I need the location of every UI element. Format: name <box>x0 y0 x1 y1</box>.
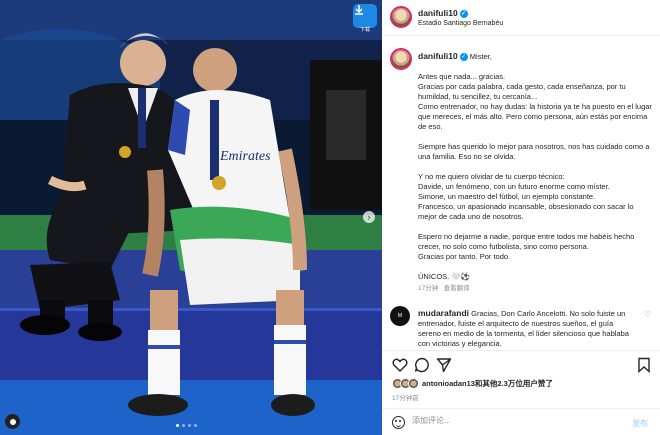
action-bar <box>382 350 660 376</box>
comment-input[interactable] <box>412 416 612 425</box>
caption-avatar[interactable] <box>390 48 412 70</box>
instagram-post-viewer: Emirates 下载 › danifuli10 ✓ Estadio Santi… <box>0 0 660 435</box>
share-icon[interactable] <box>436 357 452 373</box>
add-comment-bar: 发布 <box>382 408 660 435</box>
caption-line: Siempre has querido lo mejor para nosotr… <box>418 142 650 161</box>
carousel-dot <box>182 424 185 427</box>
caption-username[interactable]: danifuli10 <box>418 51 458 61</box>
caption-line: Espero no dejarme a nadie, porque entre … <box>418 232 635 251</box>
likes-summary[interactable]: antonioadan13和其他2.3万位用户赞了 <box>392 378 553 389</box>
comment-item: mudarafandi Gracias, Don Carlo Ancelotti… <box>418 308 638 349</box>
next-image-arrow-icon[interactable]: › <box>363 211 375 223</box>
likes-text[interactable]: antonioadan13和其他2.3万位用户赞了 <box>422 378 553 389</box>
caption-line: Antes que nada... gracias. <box>418 72 506 81</box>
post-location[interactable]: Estadio Santiago Bernabéu <box>418 20 503 27</box>
verified-badge-icon: ✓ <box>459 9 468 18</box>
download-icon <box>355 5 363 15</box>
commenter-username[interactable]: mudarafandi <box>418 308 469 318</box>
comment-like-heart-icon[interactable]: ♡ <box>644 310 651 319</box>
caption-line: Gracias por cada palabra, cada gesto, ca… <box>418 82 626 101</box>
post-time: 17分钟前 <box>392 395 419 402</box>
heart-icon[interactable] <box>392 357 408 373</box>
photo-illustration: Emirates <box>0 0 382 435</box>
post-details-panel: danifuli10 ✓ Estadio Santiago Bernabéu da… <box>382 0 660 435</box>
caption-time: 17分钟 <box>418 285 439 292</box>
caption-line: Francesco, un apasionado incansable, obs… <box>418 202 634 221</box>
post-comment-button[interactable]: 发布 <box>632 418 648 429</box>
liker-avatar <box>408 378 419 389</box>
carousel-dot-active <box>176 424 179 427</box>
author-avatar[interactable] <box>390 6 412 28</box>
post-header: danifuli10 ✓ Estadio Santiago Bernabéu <box>382 0 660 36</box>
carousel-dot <box>194 424 197 427</box>
svg-text:Emirates: Emirates <box>219 149 271 164</box>
post-photo[interactable]: Emirates 下载 › <box>0 0 382 435</box>
caption-line: ÚNICOS. 🤍⚽ <box>418 272 471 281</box>
commenter-avatar[interactable]: M <box>390 306 410 326</box>
translate-link[interactable]: 查看翻译 <box>444 285 470 292</box>
author-username[interactable]: danifuli10 <box>418 8 458 18</box>
download-label: 下载 <box>359 27 370 33</box>
caption-line: Davide, un fenómeno, con un futuro enorm… <box>418 182 610 191</box>
emoji-icon[interactable] <box>392 416 405 429</box>
bookmark-icon[interactable] <box>636 357 652 373</box>
post-caption: danifuli10 ✓ Mister, Antes que nada... gr… <box>418 51 654 294</box>
download-button[interactable]: 下载 <box>353 4 377 33</box>
carousel-dot <box>188 424 191 427</box>
verified-badge-icon: ✓ <box>459 53 468 62</box>
tagged-users-icon[interactable] <box>5 414 20 429</box>
comment-icon[interactable] <box>414 357 430 373</box>
caption-line: Como entrenador, no hay dudas: la histor… <box>418 102 652 131</box>
caption-line: Simone, un maestro del fútbol, un ejempl… <box>418 192 596 201</box>
caption-line: Gracias por tanto. Por todo. <box>418 252 511 261</box>
carousel-dots <box>176 424 197 427</box>
caption-line: Y no me quiero olvidar de tu cuerpo técn… <box>418 172 565 181</box>
caption-line: Mister, <box>469 52 492 61</box>
